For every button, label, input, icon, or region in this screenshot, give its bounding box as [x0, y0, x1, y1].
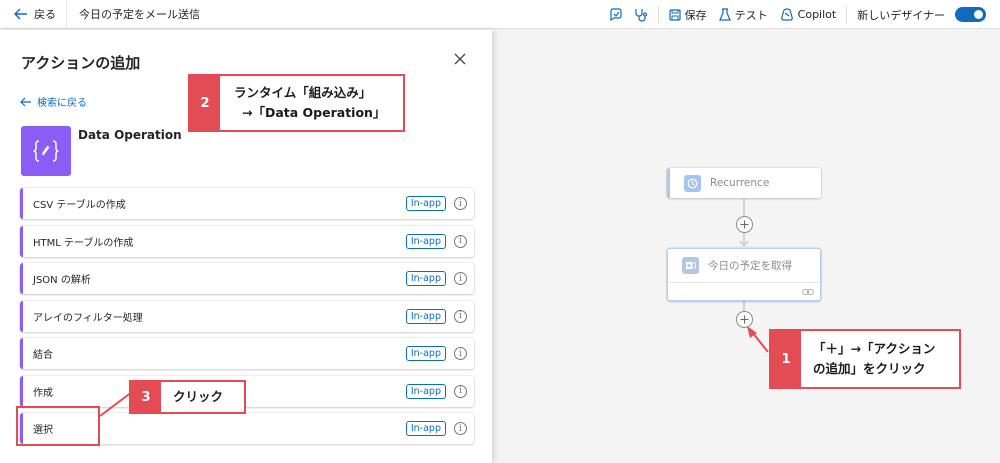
annotation-1: 1 「＋」→「アクション の追加」をクリック — [769, 329, 961, 389]
save-icon — [669, 8, 681, 21]
flow-title: 今日の予定をメール送信 — [79, 8, 200, 21]
in-app-badge: In-app — [405, 383, 446, 399]
plus-icon — [740, 220, 749, 229]
info-icon[interactable]: i — [454, 347, 467, 360]
back-to-search-link[interactable]: 検索に戻る — [20, 94, 87, 109]
info-icon[interactable]: i — [454, 234, 467, 248]
annotation-number: 2 — [190, 76, 220, 130]
info-icon[interactable]: i — [454, 197, 467, 210]
annotation-text-line: 「＋」→「アクション — [813, 341, 936, 356]
info-icon[interactable]: i — [454, 422, 467, 435]
annotation-text-line: →「Data Operation」 — [242, 105, 386, 120]
back-label: 戻る — [34, 8, 56, 21]
panel-title: アクションの追加 — [21, 54, 141, 72]
close-icon[interactable] — [452, 51, 468, 67]
annotation-text-line: ランタイム「組み込み」 — [234, 85, 372, 100]
in-app-badge: In-app — [405, 346, 446, 361]
action-item-csv-table[interactable]: CSV テーブルの作成 In-app i — [20, 188, 474, 219]
new-designer-label: 新しいデザイナー — [857, 8, 945, 22]
health-check-button[interactable] — [628, 0, 654, 29]
annotation-number: 1 — [771, 331, 801, 387]
annotation-text-line: クリック — [173, 389, 224, 404]
arrow-left-icon — [20, 97, 31, 106]
recurrence-trigger-node[interactable]: Recurrence — [667, 168, 821, 198]
action-item-compose[interactable]: 作成 In-app i — [20, 375, 474, 407]
in-app-badge: In-app — [405, 233, 446, 249]
flow-checker-button[interactable] — [602, 0, 628, 29]
back-to-search-label: 検索に戻る — [37, 98, 87, 109]
get-events-action-node[interactable]: 今日の予定を取得 — [667, 248, 821, 301]
clock-icon — [684, 174, 701, 192]
new-designer-toggle[interactable]: 新しいデザイナー — [851, 0, 992, 29]
insert-step-plus-button[interactable] — [736, 216, 753, 233]
in-app-badge: In-app — [405, 308, 446, 324]
connector-name: Data Operation — [78, 128, 182, 142]
action-label: アレイのフィルター処理 — [33, 312, 143, 324]
info-icon[interactable]: i — [454, 309, 467, 323]
action-item-filter-array[interactable]: アレイのフィルター処理 In-app i — [20, 300, 474, 332]
add-action-plus-button[interactable] — [736, 311, 753, 328]
info-icon[interactable]: i — [454, 272, 467, 285]
test-button[interactable]: テスト — [713, 0, 774, 29]
arrow-left-icon — [14, 8, 27, 20]
action-label: CSV テーブルの作成 — [33, 200, 126, 211]
plus-icon — [740, 315, 749, 324]
node-label: Recurrence — [710, 177, 770, 189]
toolbar: 保存 テスト Copilot 新しいデザイナー — [602, 0, 992, 29]
beaker-icon — [718, 8, 731, 21]
action-item-parse-json[interactable]: JSON の解析 In-app i — [20, 263, 474, 294]
action-item-html-table[interactable]: HTML テーブルの作成 In-app i — [20, 225, 474, 257]
annotation-text-line: の追加」をクリック — [813, 361, 926, 376]
node-footer — [668, 282, 820, 300]
in-app-badge: In-app — [405, 421, 446, 436]
annotation-2: 2 ランタイム「組み込み」 →「Data Operation」 — [188, 74, 405, 132]
back-button[interactable]: 戻る — [0, 0, 67, 28]
flow-checker-icon — [610, 7, 622, 21]
in-app-badge: In-app — [405, 196, 446, 211]
outlook-icon — [682, 257, 699, 274]
save-button[interactable]: 保存 — [663, 0, 713, 29]
toolbar-divider — [657, 5, 659, 24]
info-icon[interactable]: i — [454, 384, 467, 398]
stethoscope-icon — [635, 8, 647, 22]
action-label: JSON の解析 — [33, 275, 91, 286]
in-app-badge: In-app — [405, 271, 446, 286]
copilot-icon — [780, 8, 793, 21]
copilot-label: Copilot — [797, 8, 837, 21]
link-icon — [802, 289, 814, 295]
test-label: テスト — [734, 8, 768, 22]
action-label: 結合 — [33, 350, 53, 361]
top-bar: 戻る 今日の予定をメール送信 保存 テスト Copilot 新しいデザイナー — [0, 0, 1000, 29]
action-label: HTML テーブルの作成 — [33, 237, 134, 249]
annotation-number: 3 — [131, 382, 161, 412]
annotation-3: 3 クリック — [129, 380, 246, 414]
highlight-select-action — [16, 406, 100, 446]
copilot-button[interactable]: Copilot — [774, 0, 843, 29]
node-label: 今日の予定を取得 — [708, 260, 792, 272]
toolbar-divider — [846, 5, 848, 24]
toggle-switch[interactable] — [955, 7, 986, 22]
data-operation-icon — [21, 126, 71, 176]
save-label: 保存 — [684, 8, 707, 22]
action-item-join[interactable]: 結合 In-app i — [20, 338, 474, 369]
